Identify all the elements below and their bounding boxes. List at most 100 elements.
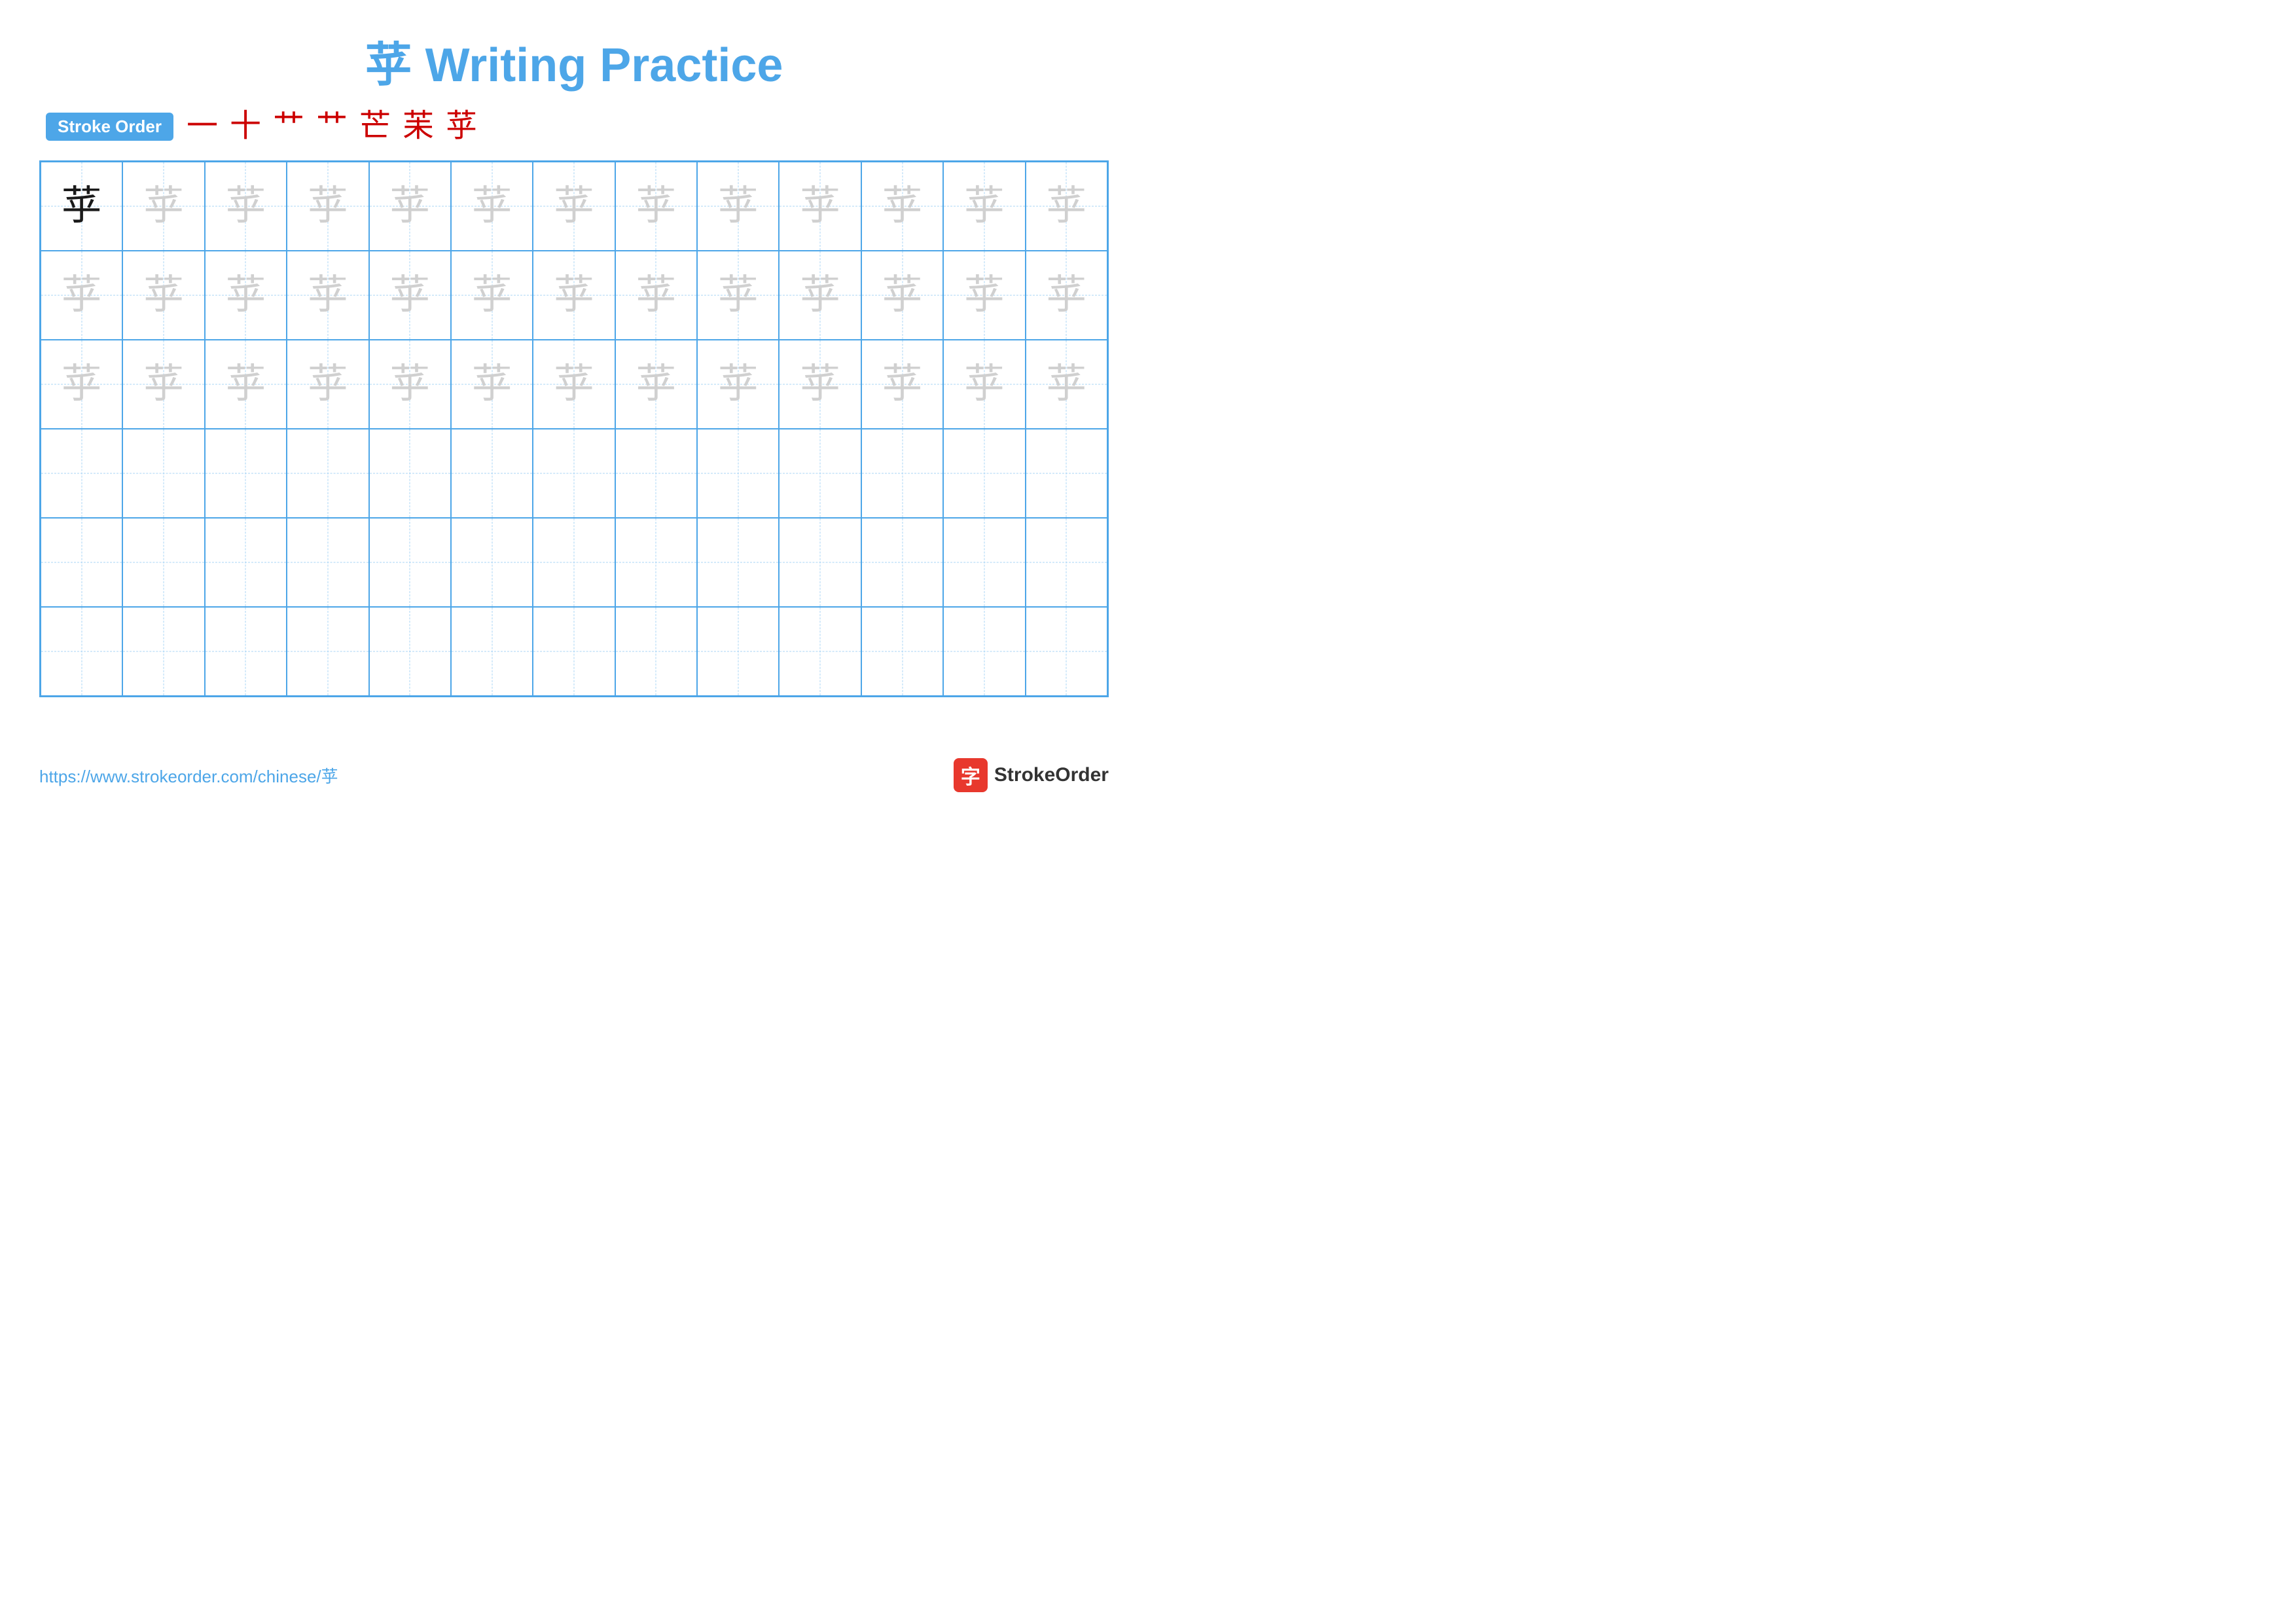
grid-cell-r1c8[interactable]: 苸: [615, 162, 697, 251]
grid-cell-r5c1[interactable]: [41, 518, 122, 607]
grid-cell-r2c8[interactable]: 苸: [615, 251, 697, 340]
grid-cell-r6c13[interactable]: [1026, 607, 1107, 696]
grid-cell-r4c3[interactable]: [205, 429, 287, 518]
grid-cell-r2c7[interactable]: 苸: [533, 251, 615, 340]
stroke-1: 一: [187, 111, 218, 142]
grid-cell-r1c13[interactable]: 苸: [1026, 162, 1107, 251]
page-title: 苸 Writing Practice: [39, 26, 1109, 95]
grid-cell-r1c11[interactable]: 苸: [861, 162, 943, 251]
stroke-3: 艹: [273, 111, 304, 142]
grid-cell-r1c7[interactable]: 苸: [533, 162, 615, 251]
grid-cell-r2c12[interactable]: 苸: [943, 251, 1025, 340]
grid-cell-r4c11[interactable]: [861, 429, 943, 518]
grid-cell-r6c12[interactable]: [943, 607, 1025, 696]
grid-cell-r6c9[interactable]: [697, 607, 779, 696]
stroke-2: 十: [230, 111, 261, 142]
grid-cell-r6c11[interactable]: [861, 607, 943, 696]
grid-cell-r5c3[interactable]: [205, 518, 287, 607]
grid-cell-r3c10[interactable]: 苸: [779, 340, 861, 429]
grid-cell-r5c2[interactable]: [122, 518, 204, 607]
grid-cell-r4c10[interactable]: [779, 429, 861, 518]
grid-cell-r6c3[interactable]: [205, 607, 287, 696]
page: 苸 Writing Practice Stroke Order 一 十 艹 艹 …: [0, 0, 1148, 812]
footer: https://www.strokeorder.com/chinese/苸 字 …: [39, 758, 1109, 792]
grid-cell-r4c9[interactable]: [697, 429, 779, 518]
grid-cell-r4c8[interactable]: [615, 429, 697, 518]
grid-cell-r2c1[interactable]: 苸: [41, 251, 122, 340]
title-section: 苸 Writing Practice: [39, 26, 1109, 95]
grid-cell-r3c5[interactable]: 苸: [369, 340, 451, 429]
grid-cell-r2c3[interactable]: 苸: [205, 251, 287, 340]
grid-cell-r5c6[interactable]: [451, 518, 533, 607]
grid-cell-r2c5[interactable]: 苸: [369, 251, 451, 340]
grid-cell-r6c5[interactable]: [369, 607, 451, 696]
grid-cell-r1c12[interactable]: 苸: [943, 162, 1025, 251]
logo-char: 字: [961, 761, 980, 790]
logo-icon: 字: [954, 758, 988, 792]
grid-cell-r1c10[interactable]: 苸: [779, 162, 861, 251]
grid-cell-r6c8[interactable]: [615, 607, 697, 696]
grid-cell-r2c13[interactable]: 苸: [1026, 251, 1107, 340]
grid-cell-r2c6[interactable]: 苸: [451, 251, 533, 340]
grid-cell-r3c4[interactable]: 苸: [287, 340, 368, 429]
grid-cell-r4c5[interactable]: [369, 429, 451, 518]
grid-cell-r6c6[interactable]: [451, 607, 533, 696]
grid-cell-r4c1[interactable]: [41, 429, 122, 518]
grid-cell-r1c1[interactable]: 苸: [41, 162, 122, 251]
grid-cell-r4c7[interactable]: [533, 429, 615, 518]
grid-cell-r3c3[interactable]: 苸: [205, 340, 287, 429]
grid-cell-r4c13[interactable]: [1026, 429, 1107, 518]
grid-cell-r2c2[interactable]: 苸: [122, 251, 204, 340]
grid-cell-r1c2[interactable]: 苸: [122, 162, 204, 251]
grid-cell-r1c9[interactable]: 苸: [697, 162, 779, 251]
grid-cell-r6c4[interactable]: [287, 607, 368, 696]
grid-cell-r3c11[interactable]: 苸: [861, 340, 943, 429]
grid-cell-r3c9[interactable]: 苸: [697, 340, 779, 429]
practice-grid: 苸 苸 苸 苸 苸 苸 苸 苸 苸 苸 苸 苸 苸 苸 苸 苸 苸 苸 苸 苸 …: [39, 160, 1109, 697]
grid-cell-r2c10[interactable]: 苸: [779, 251, 861, 340]
grid-cell-r5c11[interactable]: [861, 518, 943, 607]
grid-cell-r5c10[interactable]: [779, 518, 861, 607]
grid-cell-r1c3[interactable]: 苸: [205, 162, 287, 251]
logo-text: StrokeOrder: [994, 764, 1109, 786]
char-light: 苸: [143, 186, 184, 227]
grid-cell-r5c4[interactable]: [287, 518, 368, 607]
stroke-7: 苸: [446, 111, 477, 142]
grid-cell-r3c7[interactable]: 苸: [533, 340, 615, 429]
char-dark: 苸: [62, 186, 102, 227]
grid-cell-r3c1[interactable]: 苸: [41, 340, 122, 429]
stroke-order-badge: Stroke Order: [46, 113, 173, 141]
grid-cell-r4c6[interactable]: [451, 429, 533, 518]
grid-cell-r2c9[interactable]: 苸: [697, 251, 779, 340]
grid-cell-r3c8[interactable]: 苸: [615, 340, 697, 429]
grid-cell-r1c5[interactable]: 苸: [369, 162, 451, 251]
grid-cell-r5c9[interactable]: [697, 518, 779, 607]
stroke-4: 艹: [316, 111, 348, 142]
footer-url[interactable]: https://www.strokeorder.com/chinese/苸: [39, 763, 338, 788]
grid-cell-r5c8[interactable]: [615, 518, 697, 607]
grid-cell-r5c13[interactable]: [1026, 518, 1107, 607]
grid-cell-r2c11[interactable]: 苸: [861, 251, 943, 340]
grid-cell-r2c4[interactable]: 苸: [287, 251, 368, 340]
stroke-order-section: Stroke Order 一 十 艹 艹 芒 苿 苸: [39, 111, 1109, 142]
stroke-sequence: 一 十 艹 艹 芒 苿 苸: [187, 111, 477, 142]
stroke-5: 芒: [359, 111, 391, 142]
grid-cell-r5c12[interactable]: [943, 518, 1025, 607]
grid-cell-r1c6[interactable]: 苸: [451, 162, 533, 251]
grid-cell-r6c2[interactable]: [122, 607, 204, 696]
footer-logo: 字 StrokeOrder: [954, 758, 1109, 792]
grid-cell-r6c7[interactable]: [533, 607, 615, 696]
grid-cell-r3c12[interactable]: 苸: [943, 340, 1025, 429]
grid-cell-r5c5[interactable]: [369, 518, 451, 607]
grid-cell-r4c2[interactable]: [122, 429, 204, 518]
grid-cell-r3c6[interactable]: 苸: [451, 340, 533, 429]
grid-cell-r5c7[interactable]: [533, 518, 615, 607]
grid-cell-r1c4[interactable]: 苸: [287, 162, 368, 251]
grid-cell-r3c13[interactable]: 苸: [1026, 340, 1107, 429]
grid-cell-r3c2[interactable]: 苸: [122, 340, 204, 429]
grid-cell-r6c1[interactable]: [41, 607, 122, 696]
grid-cell-r4c4[interactable]: [287, 429, 368, 518]
grid-cell-r6c10[interactable]: [779, 607, 861, 696]
stroke-6: 苿: [403, 111, 434, 142]
grid-cell-r4c12[interactable]: [943, 429, 1025, 518]
